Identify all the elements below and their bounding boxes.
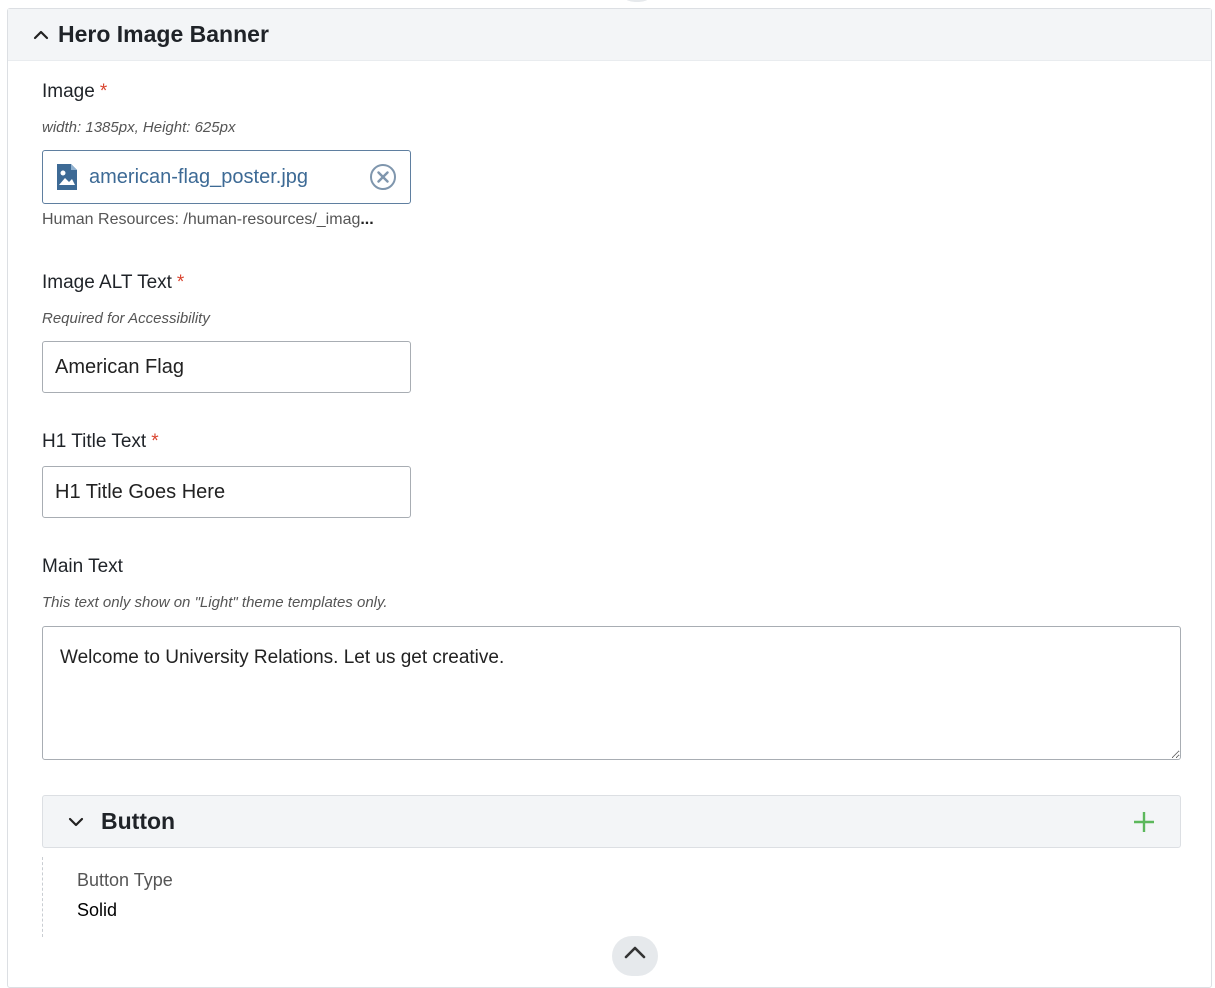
- top-drag-handle[interactable]: [617, 0, 657, 2]
- panel-title: Hero Image Banner: [58, 21, 269, 47]
- alt-text-label-text: Image ALT Text: [42, 272, 172, 293]
- image-file-icon: [57, 164, 77, 190]
- required-marker: *: [99, 81, 108, 102]
- plus-icon[interactable]: [1132, 810, 1156, 834]
- image-file-chip[interactable]: american-flag_poster.jpg: [42, 150, 411, 204]
- button-type-value[interactable]: Solid: [77, 900, 117, 921]
- image-label: Image *: [42, 81, 107, 103]
- required-marker: *: [151, 431, 159, 452]
- image-file-name[interactable]: american-flag_poster.jpg: [89, 166, 368, 189]
- button-section-header[interactable]: Button: [42, 795, 1181, 848]
- button-section-title: Button: [101, 808, 176, 834]
- button-section-body-rule: [42, 857, 45, 937]
- required-marker: *: [176, 272, 185, 293]
- image-help-text: width: 1385px, Height: 625px: [42, 119, 236, 136]
- chevron-down-icon[interactable]: [67, 813, 85, 831]
- panel-header[interactable]: Hero Image Banner: [8, 9, 1211, 61]
- alt-text-input[interactable]: [42, 341, 411, 393]
- chevron-up-icon: [624, 946, 646, 959]
- chevron-up-icon[interactable]: [32, 26, 50, 44]
- h1-title-label-text: H1 Title Text: [42, 431, 147, 452]
- file-path-text: Human Resources: /human-resources/_imag: [42, 211, 361, 228]
- main-text-textarea[interactable]: Welcome to University Relations. Let us …: [42, 626, 1181, 760]
- remove-circle-icon[interactable]: [368, 162, 398, 192]
- main-text-label: Main Text: [42, 556, 123, 577]
- h1-title-input[interactable]: [42, 466, 411, 518]
- alt-text-help: Required for Accessibility: [42, 310, 210, 327]
- image-label-text: Image: [42, 81, 95, 102]
- alt-text-label: Image ALT Text *: [42, 272, 184, 294]
- h1-title-label: H1 Title Text *: [42, 431, 159, 453]
- button-type-label: Button Type: [77, 870, 173, 890]
- image-file-path: Human Resources: /human-resources/_imag.…: [42, 211, 374, 229]
- collapse-handle[interactable]: [612, 936, 658, 976]
- hero-image-banner-panel: Hero Image Banner Image * width: 1385px, …: [7, 8, 1212, 988]
- file-path-ellipsis: ...: [360, 211, 374, 228]
- main-text-help: This text only show on "Light" theme tem…: [42, 594, 388, 611]
